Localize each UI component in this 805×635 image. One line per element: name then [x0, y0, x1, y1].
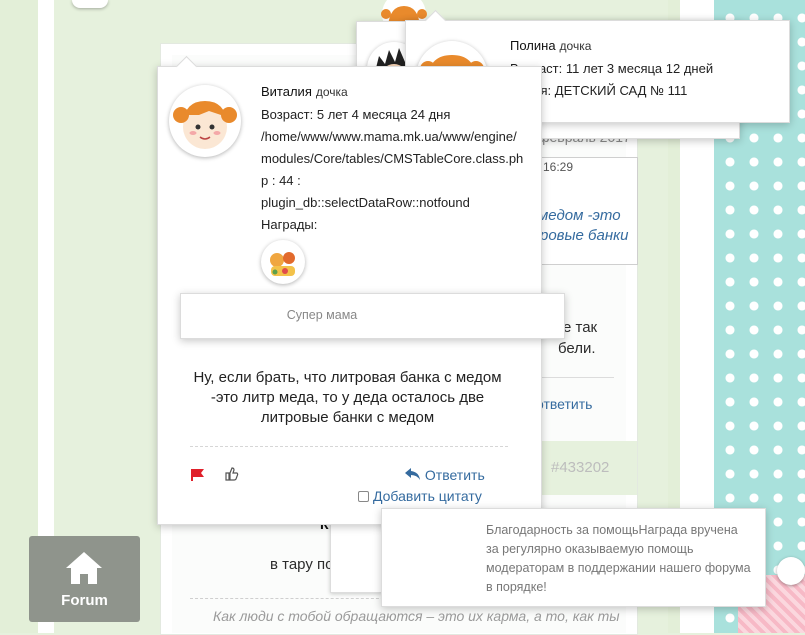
awards-label: Награды:	[261, 217, 318, 232]
award-badge-icon[interactable]	[261, 240, 305, 284]
award-tooltip-thanks: Благодарность за помощьНаграда вручена з…	[381, 508, 766, 607]
award-tooltip-super-mama: Супер мама	[180, 293, 565, 339]
post-number[interactable]: #433202	[551, 459, 609, 476]
flag-icon[interactable]	[190, 468, 206, 487]
age-label: Возраст:	[261, 107, 314, 122]
reply-link-fragment[interactable]: ответить	[536, 396, 592, 412]
add-quote-label: Добавить цитату	[373, 488, 482, 504]
forum-home-button[interactable]: Forum	[29, 536, 140, 622]
user-name[interactable]: Виталия	[261, 84, 312, 99]
home-icon	[64, 550, 104, 591]
post-text-fragment1: е так	[563, 319, 598, 336]
add-quote-button[interactable]: Добавить цитату	[358, 488, 482, 504]
reply-icon	[405, 467, 425, 483]
avatar-peek	[72, 0, 108, 8]
user-role: дочка	[559, 39, 592, 53]
post-text-fragment2: бели.	[558, 340, 596, 357]
reply-button[interactable]: Ответить	[405, 467, 485, 483]
age-value: 11 лет 3 месяца 12 дней	[565, 61, 714, 76]
age-value: 5 лет 4 месяца 24 дня	[316, 107, 451, 122]
avatar	[169, 85, 241, 157]
error-line-4: plugin_db::selectDataRow::notfound	[261, 195, 470, 210]
thumbs-up-icon[interactable]	[224, 466, 240, 487]
reply-label: Ответить	[424, 467, 485, 483]
user-name[interactable]: Полина	[510, 38, 556, 53]
user-signature: Как люди с тобой обращаются – это их кар…	[213, 608, 620, 624]
error-line-1: /home/www/www.mama.mk.ua/www/engine/	[261, 129, 517, 144]
quote-text-line2: ровые банки	[540, 227, 629, 244]
forum-label: Forum	[61, 592, 108, 609]
user-role: дочка	[315, 85, 348, 99]
award-description: Благодарность за помощьНаграда вручена з…	[486, 523, 751, 594]
scroll-circle-button[interactable]	[777, 557, 805, 585]
error-line-2: modules/Core/tables/CMSTableCore.class.p…	[261, 151, 524, 166]
post-divider	[190, 446, 508, 447]
checkbox-icon[interactable]	[358, 491, 369, 502]
divider	[540, 377, 614, 378]
award-title: Супер мама	[286, 308, 358, 322]
post-text-fragment3: в тару по	[270, 556, 334, 573]
school-value: ДЕТСКИЙ САД № 111	[554, 83, 688, 98]
post-message: Ну, если брать, что литровая банка с мед…	[193, 369, 502, 426]
error-line-3: p : 44 :	[261, 173, 301, 188]
quote-time: 16:29	[543, 160, 574, 174]
quote-text-line1: медом -это	[538, 207, 621, 224]
